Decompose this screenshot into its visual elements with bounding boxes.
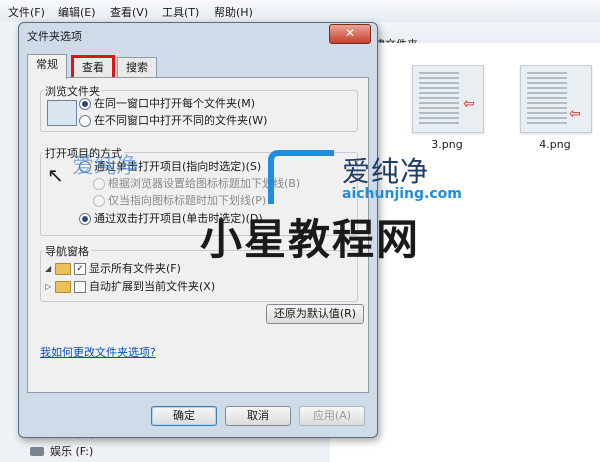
checkbox[interactable]	[74, 281, 86, 293]
auto-expand-option[interactable]: ▷ 自动扩展到当前文件夹(X)	[45, 279, 215, 295]
cursor-icon: ↖	[47, 163, 64, 187]
checkbox[interactable]: ✓	[74, 263, 86, 275]
folder-icon	[55, 281, 71, 293]
file-label[interactable]: 4.png	[520, 138, 590, 151]
nav-item-drive-f[interactable]: 娱乐 (F:)	[30, 443, 150, 461]
watermark-url: aichunjing.com	[342, 186, 462, 202]
apply-button[interactable]: 应用(A)	[299, 406, 365, 426]
watermark-small: 爱纯净	[72, 154, 139, 179]
drive-icon	[30, 447, 44, 456]
dialog-title: 文件夹选项	[27, 30, 82, 43]
radio-button[interactable]	[79, 213, 91, 225]
tab-general[interactable]: 常规	[27, 54, 67, 79]
watermark-title: 爱纯净	[342, 155, 430, 188]
option-label: 自动扩展到当前文件夹(X)	[89, 280, 216, 293]
radio-button[interactable]	[93, 195, 105, 207]
cancel-button[interactable]: 取消	[225, 406, 291, 426]
browse-folders-group: 浏览文件夹 在同一窗口中打开每个文件夹(M) 在不同窗口中打开不同的文件夹(W)	[40, 83, 358, 132]
option-label: 在不同窗口中打开不同的文件夹(W)	[94, 114, 268, 127]
thumbnail-preview	[527, 72, 567, 126]
restore-defaults-button[interactable]: 还原为默认值(R)	[266, 304, 364, 324]
show-all-folders-option[interactable]: ◢ ✓ 显示所有文件夹(F)	[45, 261, 181, 277]
watermark-logo-icon	[268, 150, 334, 204]
expanded-triangle-icon: ◢	[45, 264, 52, 273]
menu-help[interactable]: 帮助(H)	[214, 4, 253, 20]
collapsed-triangle-icon: ▷	[45, 282, 52, 291]
menu-bar: 文件(F) 编辑(E) 查看(V) 工具(T) 帮助(H)	[0, 0, 600, 23]
folder-icon	[55, 263, 71, 275]
arrow-icon: ⇦	[569, 106, 581, 122]
close-button[interactable]: ✕	[329, 24, 371, 44]
option-label: 在同一窗口中打开每个文件夹(M)	[94, 97, 256, 110]
menu-view[interactable]: 查看(V)	[110, 4, 148, 20]
group-title: 导航窗格	[43, 243, 91, 259]
watermark-big: 小星教程网	[200, 215, 421, 264]
tab-search[interactable]: 搜索	[117, 57, 157, 78]
thumbnail-preview	[419, 72, 459, 126]
new-window-option[interactable]: 在不同窗口中打开不同的文件夹(W)	[79, 113, 267, 129]
nav-item-label: 娱乐 (F:)	[50, 445, 94, 458]
menu-tools[interactable]: 工具(T)	[162, 4, 199, 20]
radio-button[interactable]	[79, 115, 91, 127]
file-thumbnail[interactable]: ⇦	[520, 65, 592, 133]
help-link[interactable]: 我如何更改文件夹选项?	[40, 344, 156, 360]
window-icon	[47, 100, 77, 126]
file-thumbnail[interactable]: ⇦	[412, 65, 484, 133]
radio-button[interactable]	[79, 98, 91, 110]
arrow-icon: ⇦	[463, 96, 475, 112]
tab-view[interactable]: 查看	[71, 55, 115, 80]
same-window-option[interactable]: 在同一窗口中打开每个文件夹(M)	[79, 96, 255, 112]
ok-button[interactable]: 确定	[151, 406, 217, 426]
option-label: 显示所有文件夹(F)	[89, 262, 181, 275]
menu-edit[interactable]: 编辑(E)	[58, 4, 96, 20]
menu-file[interactable]: 文件(F)	[8, 4, 45, 20]
